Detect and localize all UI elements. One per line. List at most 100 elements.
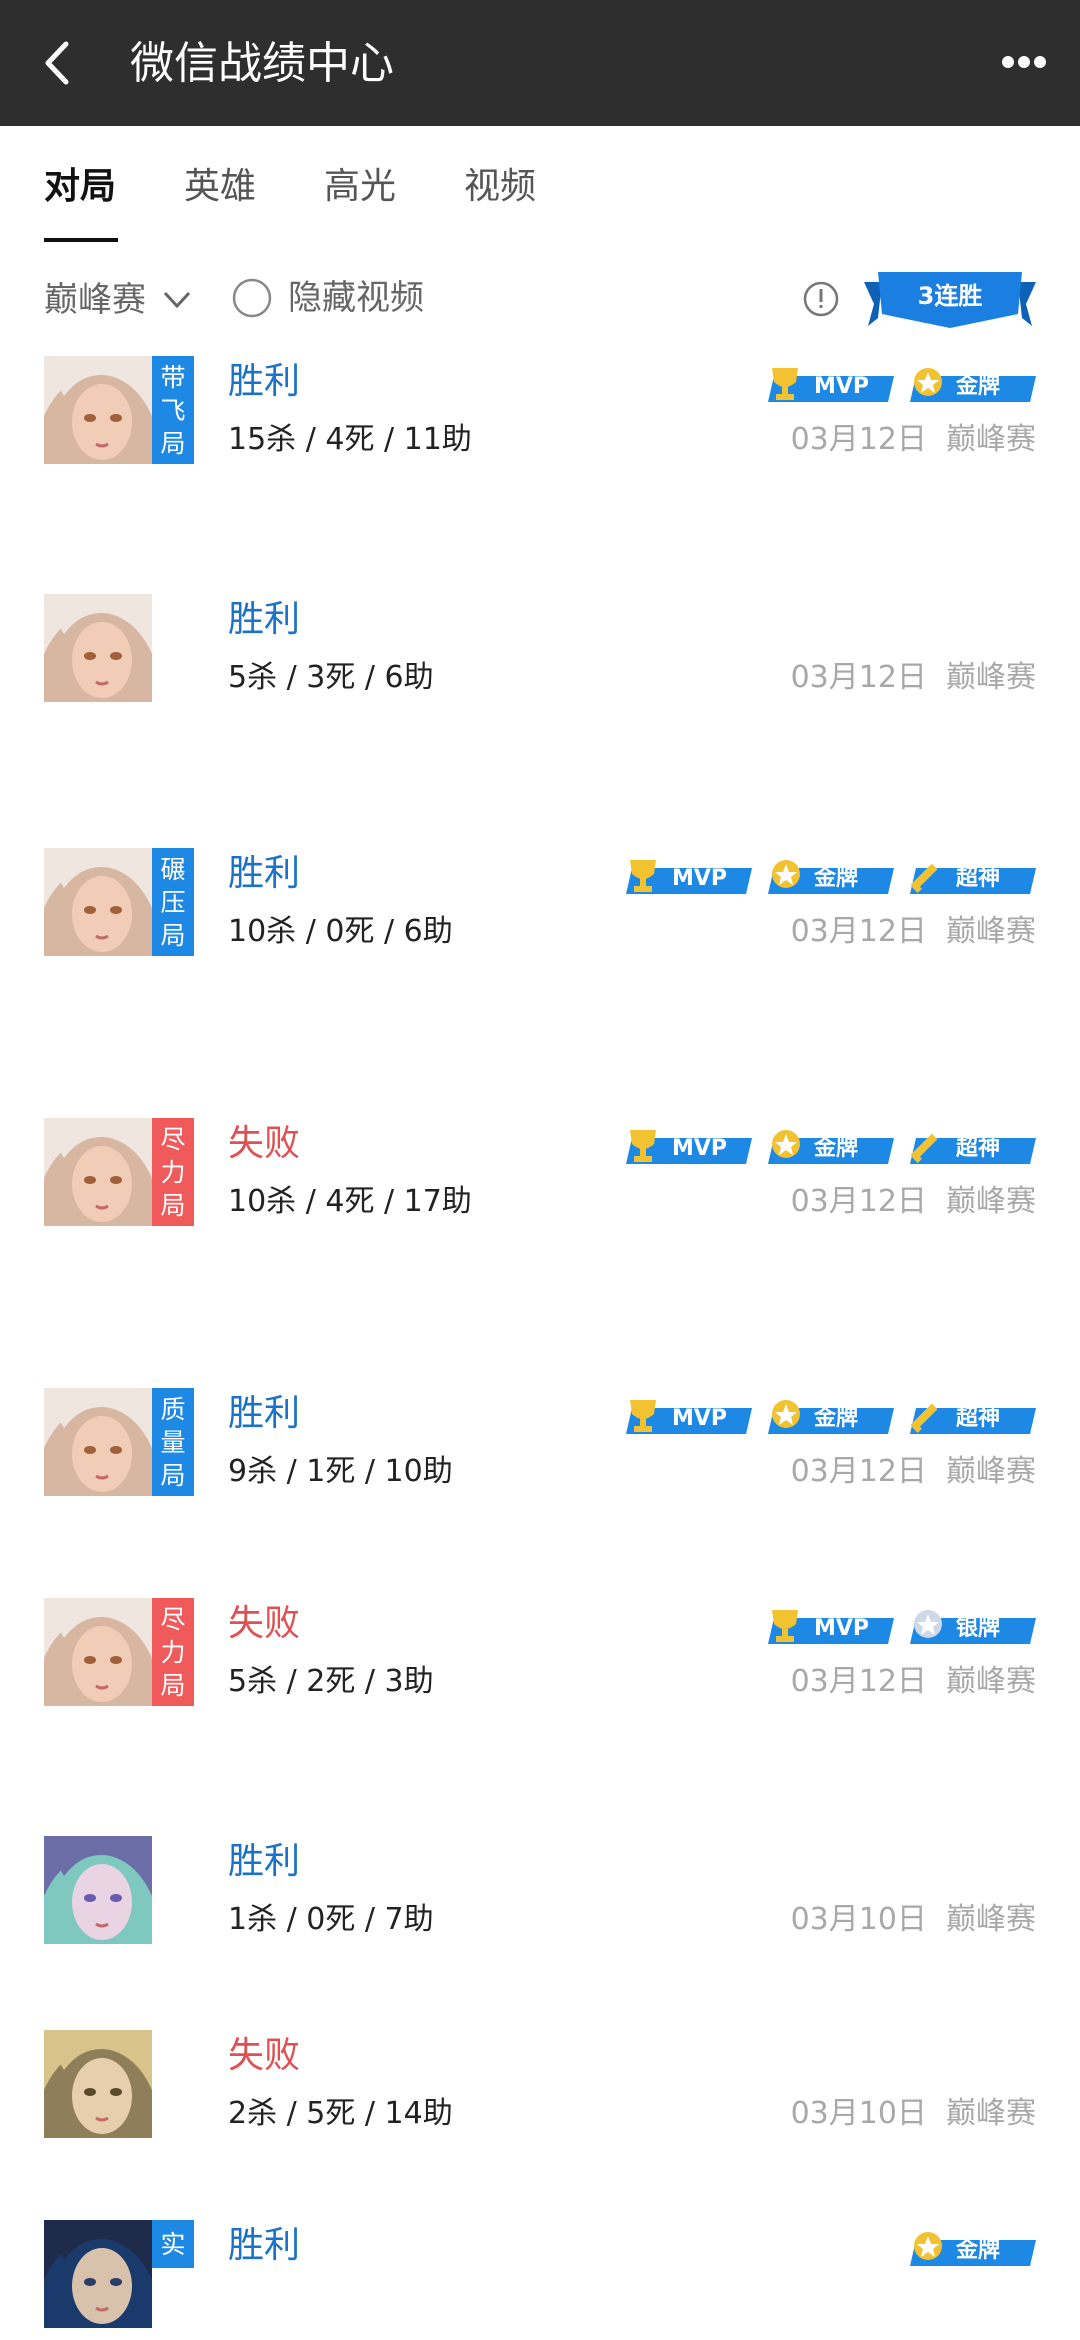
match-kda: 2杀 / 5死 / 14助 [228, 2096, 453, 2131]
match-tag: 尽力局 [152, 1598, 194, 1706]
silver-medal-badge: 银牌 [906, 1604, 1036, 1650]
match-tag-char: 量 [160, 1427, 186, 1457]
gold-medal-badge: 金牌 [764, 854, 894, 900]
chevron-down-icon[interactable] [162, 290, 192, 310]
match-date-mode: 03月12日 巅峰赛 [791, 912, 1036, 952]
match-row[interactable]: 胜利 5杀 / 3死 / 6助 03月12日 巅峰赛 [0, 594, 1080, 714]
match-row[interactable]: 实 胜利 金牌 [0, 2220, 1080, 2340]
title-bar: 微信战绩中心 [0, 0, 1080, 126]
match-row[interactable]: 胜利 1杀 / 0死 / 7助 03月10日 巅峰赛 [0, 1836, 1080, 1956]
achievement-badges: MVP 金牌 超神 [622, 1124, 1036, 1172]
match-mode: 巅峰赛 [946, 422, 1036, 457]
match-tag-char: 尽 [160, 1124, 186, 1154]
badge-label: 金牌 [956, 374, 1001, 399]
hero-avatar [44, 594, 152, 702]
tab-matches[interactable]: 对局 [44, 162, 116, 212]
hero-avatar [44, 2220, 152, 2328]
legendary-badge: 超神 [906, 1124, 1036, 1170]
match-mode: 巅峰赛 [946, 660, 1036, 695]
match-date: 03月10日 [790, 1902, 927, 1937]
match-tag-char: 质 [160, 1394, 186, 1424]
match-result: 胜利 [228, 1841, 301, 1882]
match-kda: 15杀 / 4死 / 11助 [228, 422, 472, 457]
legendary-badge: 超神 [906, 1394, 1036, 1440]
match-row[interactable]: 质量局胜利 9杀 / 1死 / 10助 03月12日 巅峰赛 MVP 金牌 超神 [0, 1388, 1080, 1508]
match-date-mode: 03月10日 巅峰赛 [791, 1900, 1036, 1940]
hero-avatar [44, 356, 152, 464]
match-date-mode: 03月12日 巅峰赛 [791, 1452, 1036, 1492]
badge-label: 超神 [956, 866, 1001, 891]
match-tag-char: 局 [160, 1460, 186, 1490]
match-tag-char: 尽 [160, 1604, 186, 1634]
match-tag: 实 [152, 2220, 194, 2268]
tab-videos[interactable]: 视频 [464, 162, 536, 212]
match-result: 失败 [228, 1123, 301, 1164]
mvp-badge: MVP [622, 854, 752, 900]
radio-unchecked-icon[interactable] [232, 278, 272, 318]
match-date-mode: 03月12日 巅峰赛 [791, 658, 1036, 698]
active-tab-indicator [44, 238, 118, 242]
more-options-icon[interactable] [1000, 52, 1048, 72]
badge-label: 金牌 [814, 1406, 859, 1431]
match-tag-char: 局 [160, 1190, 186, 1220]
mvp-badge: MVP [764, 1604, 894, 1650]
match-tag: 碾压局 [152, 848, 194, 956]
match-tag: 质量局 [152, 1388, 194, 1496]
match-result: 胜利 [228, 1393, 301, 1434]
match-result: 胜利 [228, 853, 301, 894]
match-date-mode: 03月12日 巅峰赛 [791, 420, 1036, 460]
match-tag: 带飞局 [152, 356, 194, 464]
match-row[interactable]: 尽力局失败 5杀 / 2死 / 3助 03月12日 巅峰赛 MVP 银牌 [0, 1598, 1080, 1718]
mvp-badge: MVP [622, 1394, 752, 1440]
match-tag-char: 带 [160, 362, 186, 392]
badge-label: MVP [672, 1136, 728, 1161]
match-tag-char: 局 [160, 920, 186, 950]
hero-avatar [44, 1836, 152, 1944]
match-tag-char: 力 [160, 1637, 186, 1667]
tab-highlights[interactable]: 高光 [324, 162, 396, 212]
match-row[interactable]: 带飞局胜利 15杀 / 4死 / 11助 03月12日 巅峰赛 MVP 金牌 [0, 356, 1080, 476]
gold-medal-badge: 金牌 [764, 1394, 894, 1440]
match-tag-char: 局 [160, 1670, 186, 1700]
achievement-badges: 金牌 [906, 2226, 1036, 2274]
match-result: 失败 [228, 2035, 301, 2076]
match-date: 03月10日 [790, 2096, 927, 2131]
match-mode: 巅峰赛 [946, 1454, 1036, 1489]
win-streak-badge: 3连胜 [864, 268, 1036, 332]
achievement-badges: MVP 金牌 超神 [622, 854, 1036, 902]
match-row[interactable]: 尽力局失败 10杀 / 4死 / 17助 03月12日 巅峰赛 MVP 金牌 超神 [0, 1118, 1080, 1238]
match-result: 胜利 [228, 361, 301, 402]
match-tag: 尽力局 [152, 1118, 194, 1226]
match-tag-char: 碾 [160, 854, 186, 884]
match-date: 03月12日 [790, 660, 927, 695]
hero-avatar [44, 1388, 152, 1496]
gold-medal-badge: 金牌 [906, 2226, 1036, 2272]
match-kda: 5杀 / 2死 / 3助 [228, 1664, 434, 1699]
back-arrow-icon[interactable] [40, 40, 80, 86]
tab-bar: 对局 英雄 高光 视频 [0, 126, 1080, 246]
tab-heroes[interactable]: 英雄 [184, 162, 256, 212]
match-date-mode: 03月10日 巅峰赛 [791, 2094, 1036, 2134]
mode-dropdown[interactable]: 巅峰赛 [44, 276, 146, 324]
match-result: 胜利 [228, 599, 301, 640]
match-row[interactable]: 失败 2杀 / 5死 / 14助 03月10日 巅峰赛 [0, 2030, 1080, 2150]
hero-avatar [44, 1598, 152, 1706]
match-date: 03月12日 [790, 1454, 927, 1489]
match-tag-char: 压 [160, 887, 186, 917]
match-kda: 10杀 / 0死 / 6助 [228, 914, 453, 949]
match-tag-char: 力 [160, 1157, 186, 1187]
info-icon[interactable] [802, 280, 840, 318]
gold-medal-badge: 金牌 [906, 362, 1036, 408]
match-kda: 1杀 / 0死 / 7助 [228, 1902, 434, 1937]
match-mode: 巅峰赛 [946, 1664, 1036, 1699]
achievement-badges: MVP 金牌 [764, 362, 1036, 410]
badge-label: 金牌 [814, 1136, 859, 1161]
achievement-badges: MVP 银牌 [764, 1604, 1036, 1652]
match-row[interactable]: 碾压局胜利 10杀 / 0死 / 6助 03月12日 巅峰赛 MVP 金牌 超神 [0, 848, 1080, 968]
hide-video-label[interactable]: 隐藏视频 [288, 274, 424, 322]
